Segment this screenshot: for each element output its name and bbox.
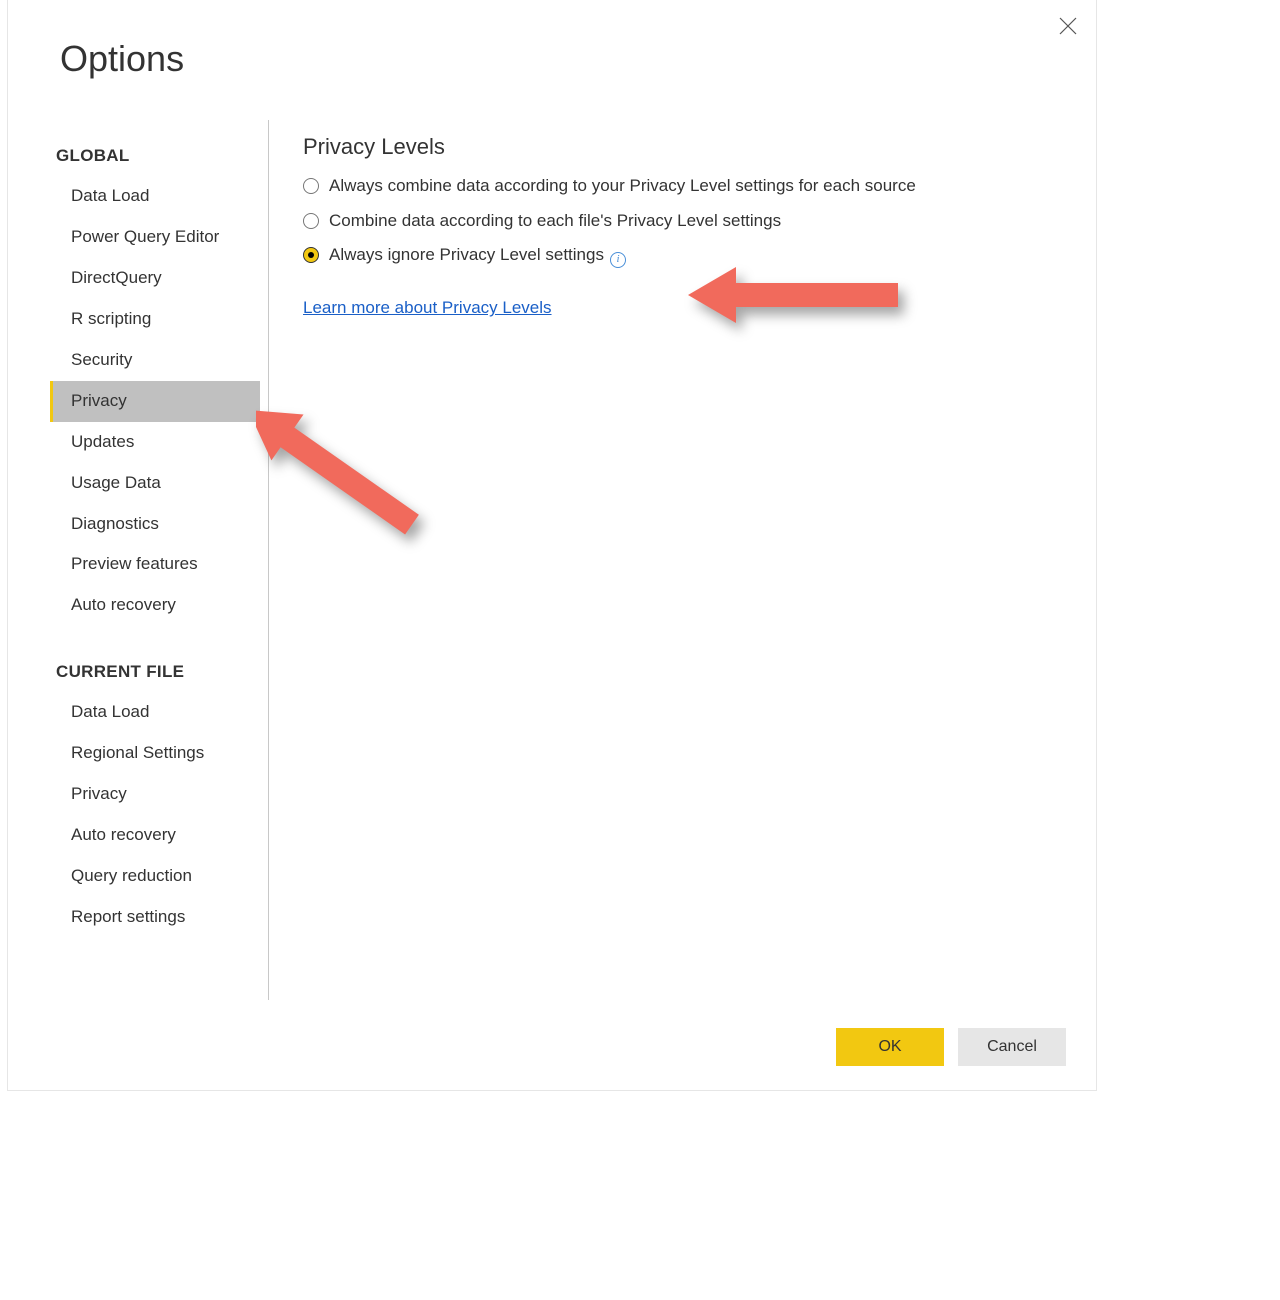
cancel-button[interactable]: Cancel <box>958 1028 1066 1066</box>
privacy-radio-group: Always combine data according to your Pr… <box>303 174 1040 268</box>
learn-more-link[interactable]: Learn more about Privacy Levels <box>303 298 552 318</box>
dialog-body: GLOBALData LoadPower Query EditorDirectQ… <box>50 120 1060 1000</box>
privacy-radio-option[interactable]: Always combine data according to your Pr… <box>303 174 1040 199</box>
sidebar-section-header: GLOBAL <box>50 136 260 176</box>
sidebar-item[interactable]: Diagnostics <box>50 504 260 545</box>
radio-icon <box>303 247 319 263</box>
sidebar-item[interactable]: Preview features <box>50 544 260 585</box>
radio-icon <box>303 178 319 194</box>
content-panel: Privacy Levels Always combine data accor… <box>269 120 1060 1000</box>
sidebar-item[interactable]: Auto recovery <box>50 585 260 626</box>
sidebar-item[interactable]: DirectQuery <box>50 258 260 299</box>
dialog-footer: OK Cancel <box>836 1028 1066 1066</box>
sidebar-item[interactable]: Privacy <box>50 774 260 815</box>
sidebar-item[interactable]: Updates <box>50 422 260 463</box>
sidebar-item[interactable]: Data Load <box>50 176 260 217</box>
sidebar-item[interactable]: Regional Settings <box>50 733 260 774</box>
sidebar-item[interactable]: Privacy <box>50 381 260 422</box>
sidebar-item[interactable]: Usage Data <box>50 463 260 504</box>
radio-icon <box>303 213 319 229</box>
sidebar-item[interactable]: Power Query Editor <box>50 217 260 258</box>
radio-label: Always ignore Privacy Level settingsi <box>329 243 626 268</box>
sidebar-item[interactable]: Data Load <box>50 692 260 733</box>
sidebar-item[interactable]: Auto recovery <box>50 815 260 856</box>
close-button[interactable] <box>1054 12 1082 40</box>
sidebar-item[interactable]: R scripting <box>50 299 260 340</box>
sidebar-item[interactable]: Query reduction <box>50 856 260 897</box>
privacy-radio-option[interactable]: Always ignore Privacy Level settingsi <box>303 243 1040 268</box>
sidebar-section-header: CURRENT FILE <box>50 652 260 692</box>
dialog-title: Options <box>60 38 184 80</box>
sidebar-item[interactable]: Report settings <box>50 897 260 938</box>
content-heading: Privacy Levels <box>303 134 1040 160</box>
info-icon[interactable]: i <box>610 252 626 268</box>
sidebar: GLOBALData LoadPower Query EditorDirectQ… <box>50 120 260 1000</box>
ok-button[interactable]: OK <box>836 1028 944 1066</box>
sidebar-item[interactable]: Security <box>50 340 260 381</box>
radio-label: Always combine data according to your Pr… <box>329 174 916 199</box>
close-icon <box>1059 17 1077 35</box>
privacy-radio-option[interactable]: Combine data according to each file's Pr… <box>303 209 1040 234</box>
radio-label: Combine data according to each file's Pr… <box>329 209 781 234</box>
options-dialog: Options GLOBALData LoadPower Query Edito… <box>8 0 1096 1090</box>
